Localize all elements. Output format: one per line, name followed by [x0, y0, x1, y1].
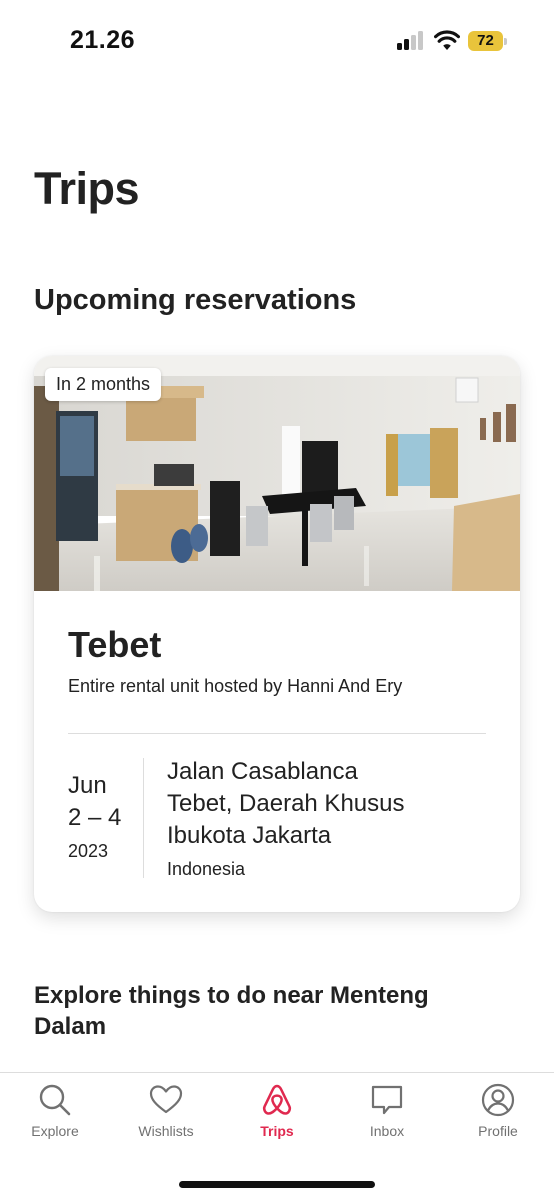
tab-wishlists[interactable]: Wishlists [121, 1083, 211, 1139]
upcoming-reservations-heading: Upcoming reservations [34, 284, 357, 316]
cellular-signal-icon [397, 30, 425, 50]
battery-icon: 72 [468, 31, 508, 51]
heart-icon [149, 1085, 183, 1114]
date-range: 2 – 4 [68, 804, 122, 831]
listing-title: Tebet [68, 624, 162, 665]
battery-level: 72 [477, 32, 494, 49]
home-indicator [179, 1181, 375, 1188]
search-icon [39, 1084, 71, 1116]
address-line-2: Tebet, Daerah Khusus [167, 790, 405, 817]
tab-label: Wishlists [138, 1123, 194, 1139]
tab-inbox[interactable]: Inbox [342, 1083, 432, 1139]
address-line-1: Jalan Casablanca [167, 758, 358, 785]
tab-trips[interactable]: Trips [232, 1083, 322, 1139]
tab-label: Profile [478, 1123, 518, 1139]
reservation-address: Jalan Casablanca Tebet, Daerah Khusus Ib… [167, 756, 497, 884]
tab-profile[interactable]: Profile [453, 1083, 543, 1139]
status-bar: 21.26 72 [0, 0, 554, 80]
reservation-card[interactable]: In 2 months Tebet Entire rental unit hos… [34, 356, 520, 912]
message-icon [371, 1085, 403, 1115]
profile-icon [481, 1083, 515, 1117]
vertical-divider [143, 758, 144, 878]
tab-label: Trips [260, 1123, 294, 1139]
airbnb-logo-icon [262, 1084, 292, 1115]
tab-explore[interactable]: Explore [10, 1083, 100, 1139]
status-time: 21.26 [70, 26, 136, 54]
date-year: 2023 [68, 841, 109, 861]
wifi-icon [434, 30, 460, 50]
address-line-3: Ibukota Jakarta [167, 822, 332, 849]
time-until-badge: In 2 months [45, 368, 162, 401]
tab-label: Inbox [369, 1123, 405, 1139]
reservation-dates: Jun 2 – 4 2023 [68, 770, 148, 866]
listing-host-description: Entire rental unit hosted by Hanni And E… [68, 676, 403, 696]
page-title: Trips [34, 163, 140, 214]
date-month: Jun [68, 772, 107, 799]
tab-label: Explore [31, 1123, 79, 1139]
address-country: Indonesia [167, 859, 246, 879]
explore-nearby-heading: Explore things to do near Menteng Dalam [34, 982, 429, 1040]
divider [68, 733, 486, 734]
